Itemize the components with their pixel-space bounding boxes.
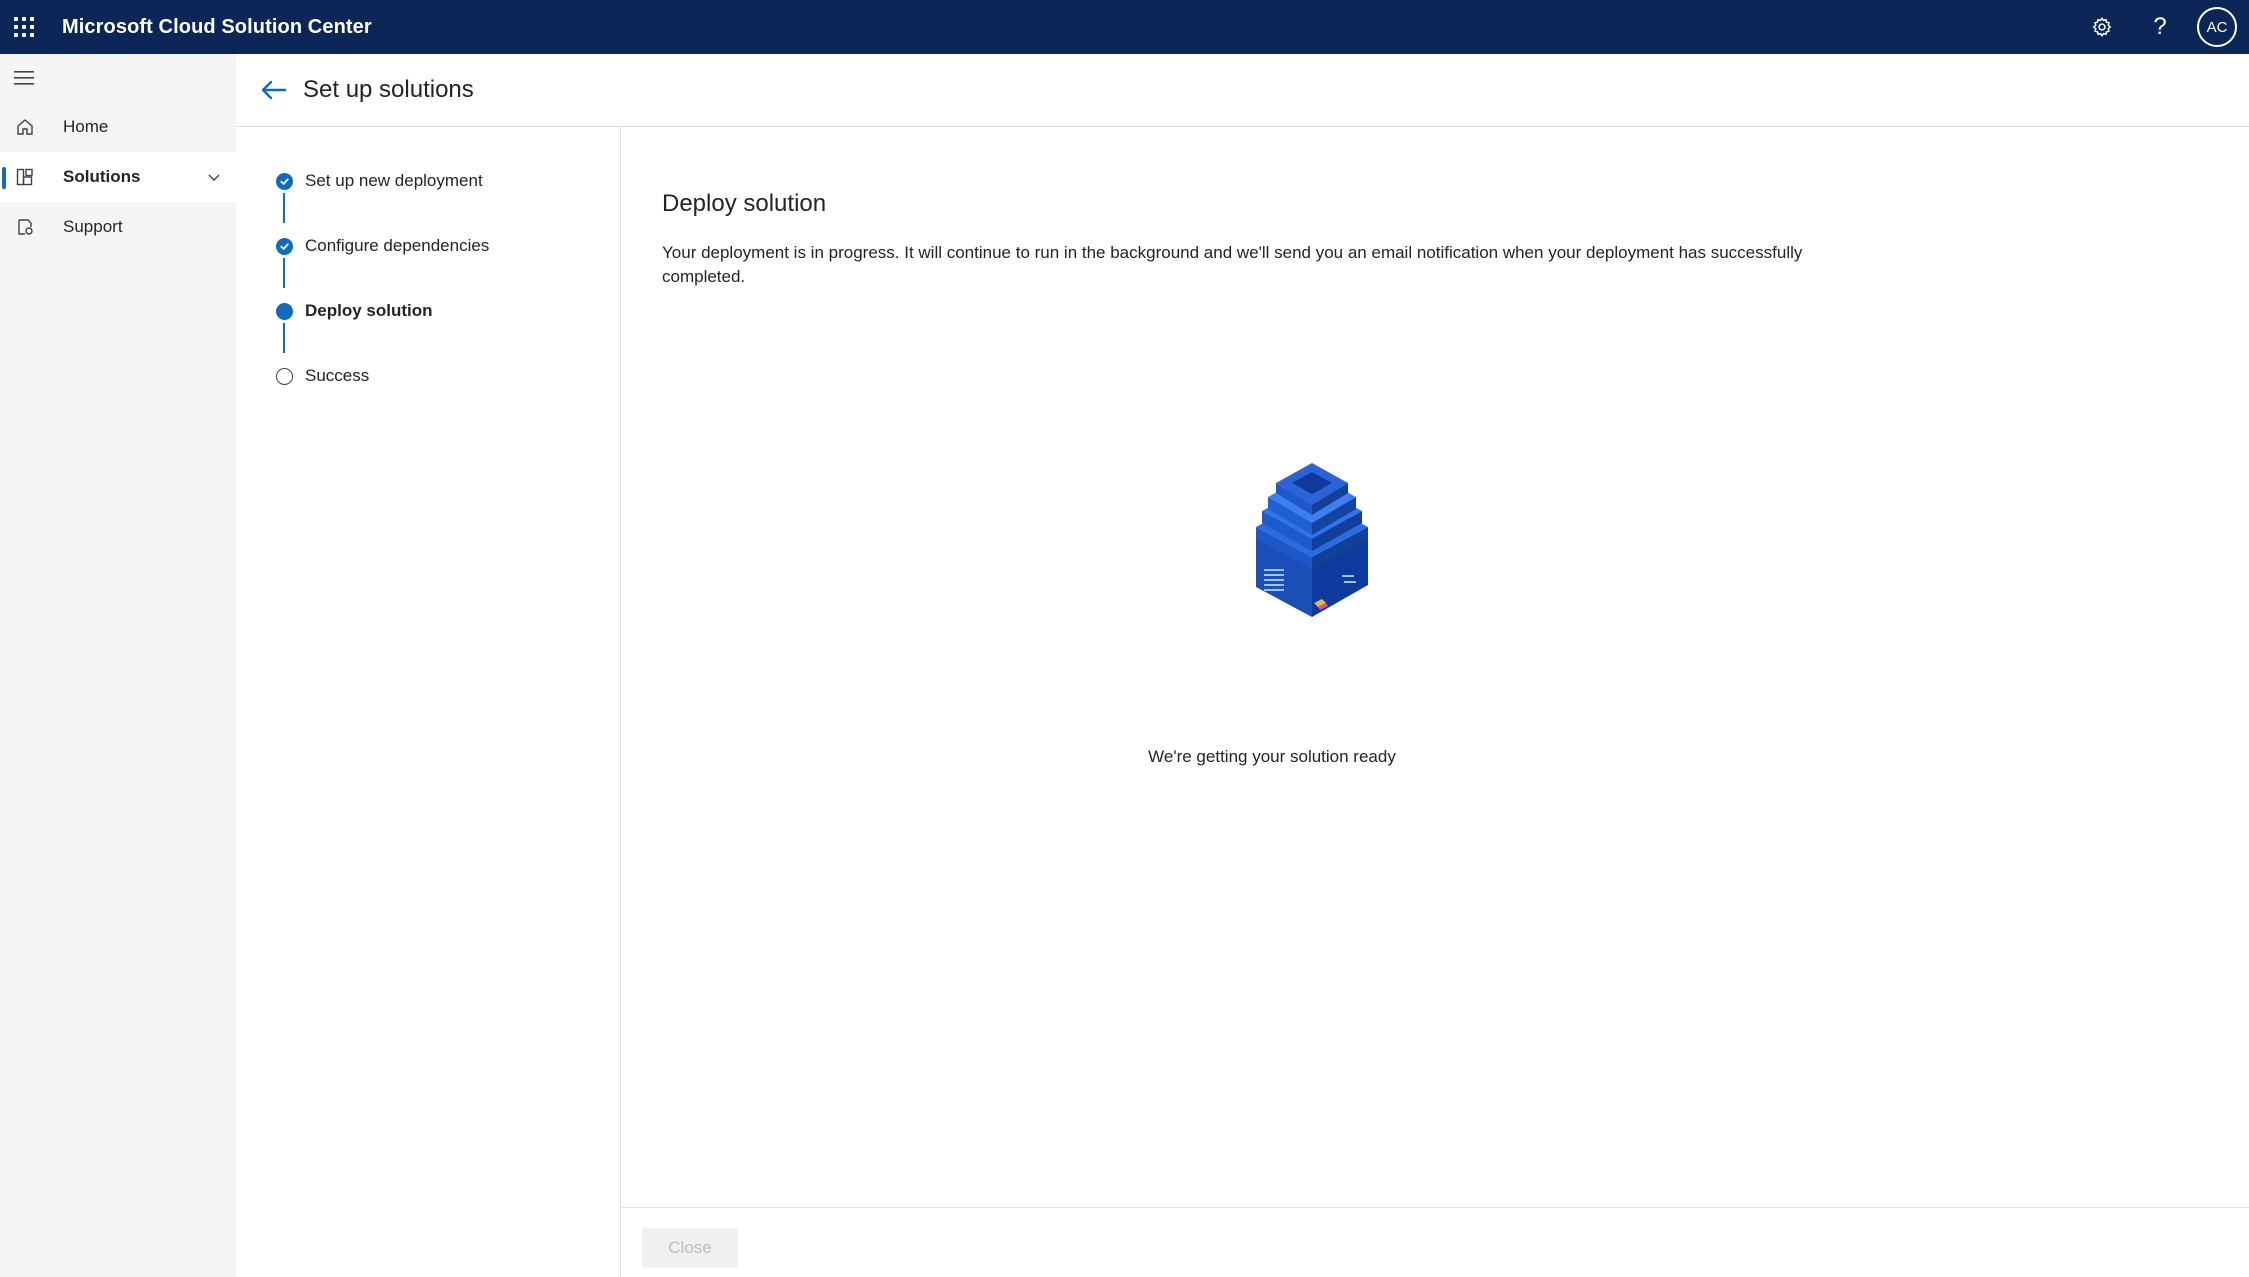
arrow-left-icon: [261, 80, 287, 100]
top-right-actions: ? AC: [2073, 0, 2249, 54]
sidebar-item-label: Solutions: [63, 167, 141, 186]
footer-bar: Close: [622, 1207, 2249, 1277]
step-current-icon: [276, 302, 293, 320]
home-icon: [16, 118, 34, 136]
step-success[interactable]: Success: [276, 361, 369, 391]
solutions-icon: [16, 168, 34, 186]
sidebar-item-solutions[interactable]: Solutions: [0, 152, 236, 202]
app-launcher-icon: [14, 17, 34, 37]
step-label: Set up new deployment: [305, 171, 483, 190]
main-content: Deploy solution Your deployment is in pr…: [622, 127, 2249, 1207]
step-configure-dependencies[interactable]: Configure dependencies: [276, 231, 489, 261]
top-bar: Microsoft Cloud Solution Center ? AC: [0, 0, 2249, 54]
avatar[interactable]: AC: [2197, 7, 2237, 47]
settings-button[interactable]: [2073, 0, 2131, 54]
step-complete-icon: [276, 237, 293, 255]
step-label: Success: [305, 366, 370, 385]
help-button[interactable]: ?: [2131, 0, 2189, 54]
step-deploy-solution[interactable]: Deploy solution: [276, 296, 433, 326]
step-label: Configure dependencies: [305, 236, 490, 255]
status-message: We're getting your solution ready: [1148, 747, 1396, 766]
app-title[interactable]: Microsoft Cloud Solution Center: [62, 16, 372, 39]
gear-icon: [2092, 17, 2112, 37]
sidebar-item-support[interactable]: Support: [0, 202, 236, 252]
left-nav: Home Solutions Support: [0, 54, 236, 1277]
step-connector: [283, 193, 285, 223]
sidebar-item-label: Home: [63, 117, 109, 136]
wizard-stepper: Set up new deployment Configure dependen…: [236, 127, 621, 1277]
support-icon: [16, 218, 34, 236]
step-complete-icon: [276, 172, 293, 190]
close-button[interactable]: Close: [642, 1228, 738, 1268]
page-header: Set up solutions: [236, 54, 2249, 127]
app-launcher-button[interactable]: [0, 0, 48, 54]
sidebar-item-label: Support: [63, 217, 123, 236]
deployment-description: Your deployment is in progress. It will …: [662, 243, 1803, 286]
chevron-down-icon[interactable]: [206, 169, 222, 190]
sidebar-item-home[interactable]: Home: [0, 102, 236, 152]
section-heading: Deploy solution: [662, 190, 827, 217]
question-icon: ?: [2153, 13, 2167, 40]
back-button[interactable]: [252, 68, 296, 112]
step-set-up-new-deployment[interactable]: Set up new deployment: [276, 166, 483, 196]
server-building-illustration: [1256, 463, 1368, 617]
hamburger-icon: [14, 71, 34, 85]
page-title: Set up solutions: [303, 76, 474, 103]
hamburger-button[interactable]: [0, 54, 48, 102]
step-connector: [283, 258, 285, 288]
step-connector: [283, 323, 285, 353]
step-pending-icon: [276, 367, 293, 385]
step-label: Deploy solution: [305, 301, 433, 320]
